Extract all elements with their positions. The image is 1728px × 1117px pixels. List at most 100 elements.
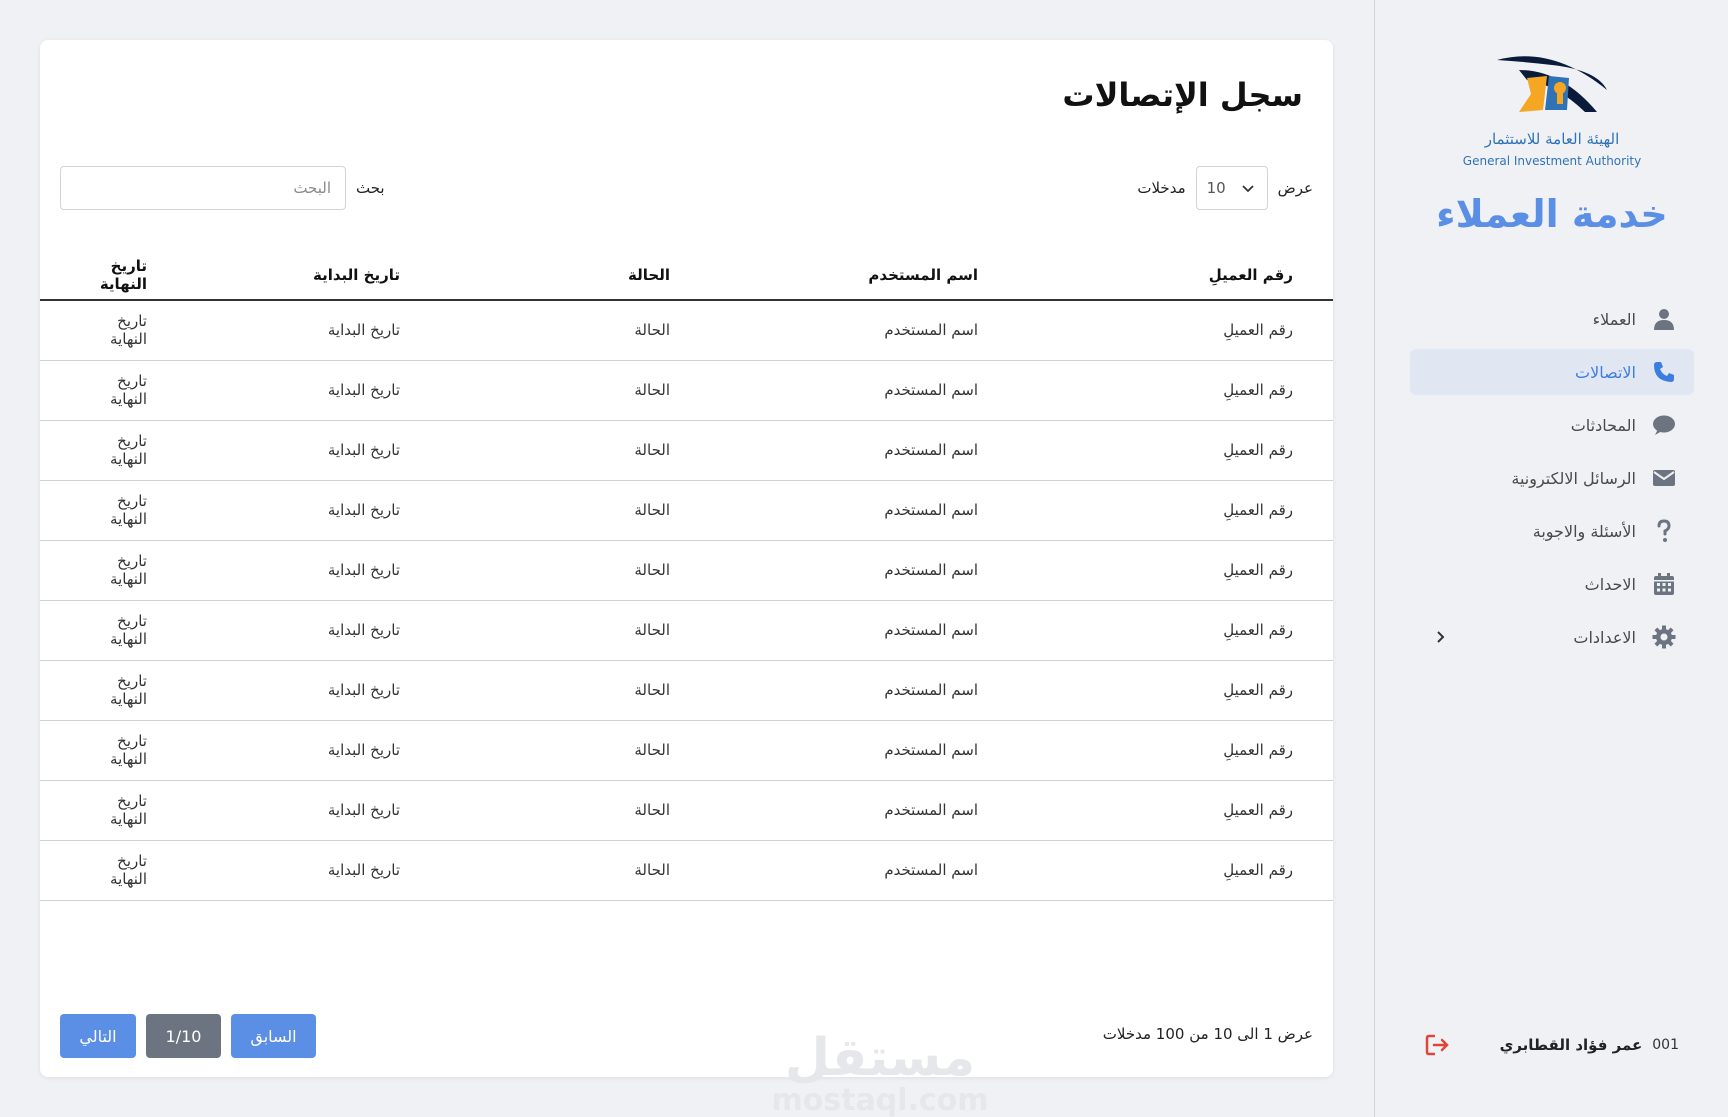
user-name: عمر فؤاد القطابري bbox=[1499, 1036, 1643, 1054]
table-body: رقم العميلِ اسم المستخدم الحالة تاريخ البدا… bbox=[40, 300, 1333, 901]
column-header[interactable]: اسم المستخدم bbox=[710, 250, 1018, 301]
table-cell: رقم العميلِ bbox=[1018, 300, 1333, 361]
table-cell: رقم العميلِ bbox=[1018, 660, 1333, 721]
sidebar-item-faq[interactable]: الأسئلة والاجوبة bbox=[1410, 508, 1694, 554]
column-header[interactable]: رقم العميلِ bbox=[1018, 250, 1333, 301]
chevron-right-icon[interactable] bbox=[1430, 627, 1450, 647]
question-icon bbox=[1652, 519, 1676, 543]
sidebar-item-events[interactable]: الاحداث bbox=[1410, 561, 1694, 607]
table-cell: الحالة bbox=[440, 840, 710, 901]
sidebar-item-chats[interactable]: المحادثات bbox=[1410, 402, 1694, 448]
search-control: بحث bbox=[60, 166, 385, 210]
table-cell: تاريخ النهاية bbox=[40, 360, 147, 421]
table-cell: الحالة bbox=[440, 720, 710, 781]
sidebar-nav: العملاء الاتصالات المحادثات الرسائل الال… bbox=[1410, 296, 1694, 667]
search-label: بحث bbox=[356, 179, 385, 197]
page-indicator[interactable]: 1/10 bbox=[146, 1014, 221, 1058]
table-cell: تاريخ النهاية bbox=[40, 720, 147, 781]
table-cell: تاريخ النهاية bbox=[40, 600, 147, 661]
column-header[interactable]: تاريخ البداية bbox=[147, 250, 440, 301]
table-cell: اسم المستخدم bbox=[710, 600, 1018, 661]
sidebar-item-label: المحادثات bbox=[1570, 415, 1636, 435]
table-cell: رقم العميلِ bbox=[1018, 540, 1333, 601]
table-cell: اسم المستخدم bbox=[710, 540, 1018, 601]
table-row[interactable]: رقم العميلِ اسم المستخدم الحالة تاريخ البدا… bbox=[40, 780, 1333, 841]
table-cell: تاريخ النهاية bbox=[40, 480, 147, 541]
table-cell: اسم المستخدم bbox=[710, 780, 1018, 841]
sidebar-item-label: الرسائل الالكترونية bbox=[1511, 468, 1636, 488]
previous-button[interactable]: السابق bbox=[231, 1014, 316, 1058]
eye-logo-icon bbox=[1497, 56, 1607, 112]
gear-icon bbox=[1652, 625, 1676, 649]
table-row[interactable]: رقم العميلِ اسم المستخدم الحالة تاريخ البدا… bbox=[40, 840, 1333, 901]
logout-icon[interactable] bbox=[1425, 1033, 1451, 1057]
table-row[interactable]: رقم العميلِ اسم المستخدم الحالة تاريخ البدا… bbox=[40, 720, 1333, 781]
chat-icon bbox=[1652, 413, 1676, 437]
page-title: سجل الإتصالات bbox=[1062, 76, 1303, 114]
search-input[interactable] bbox=[60, 166, 346, 210]
table-row[interactable]: رقم العميلِ اسم المستخدم الحالة تاريخ البدا… bbox=[40, 660, 1333, 721]
table-cell: تاريخ البداية bbox=[147, 420, 440, 481]
logo-arabic-text: الهيئة العامة للاستثمار bbox=[1484, 130, 1620, 148]
sidebar-item-settings[interactable]: الاعدادات bbox=[1410, 614, 1694, 660]
table-info: عرض 1 الى 10 من 100 مدخلات bbox=[1102, 1025, 1313, 1043]
table-cell: اسم المستخدم bbox=[710, 420, 1018, 481]
length-suffix: مدخلات bbox=[1137, 179, 1186, 197]
next-button[interactable]: التالي bbox=[60, 1014, 136, 1058]
sidebar-item-label: العملاء bbox=[1592, 309, 1636, 329]
sidebar-item-customers[interactable]: العملاء bbox=[1410, 296, 1694, 342]
entries-length-control: عرض 10 مدخلات bbox=[1137, 166, 1313, 210]
table-cell: تاريخ النهاية bbox=[40, 420, 147, 481]
watermark-arabic: مستقل bbox=[784, 1028, 976, 1088]
length-prefix: عرض bbox=[1277, 179, 1313, 197]
table-row[interactable]: رقم العميلِ اسم المستخدم الحالة تاريخ البدا… bbox=[40, 600, 1333, 661]
table-cell: تاريخ البداية bbox=[147, 480, 440, 541]
table-cell: رقم العميلِ bbox=[1018, 480, 1333, 541]
column-header[interactable]: تاريخ النهاية bbox=[40, 250, 147, 301]
table-cell: رقم العميلِ bbox=[1018, 840, 1333, 901]
logo-english-text: General Investment Authority bbox=[1462, 154, 1642, 168]
table-cell: تاريخ البداية bbox=[147, 840, 440, 901]
table-cell: تاريخ النهاية bbox=[40, 780, 147, 841]
sidebar-item-label: الاحداث bbox=[1584, 574, 1636, 594]
table-cell: رقم العميلِ bbox=[1018, 420, 1333, 481]
table-row[interactable]: رقم العميلِ اسم المستخدم الحالة تاريخ البدا… bbox=[40, 360, 1333, 421]
table-cell: الحالة bbox=[440, 660, 710, 721]
user-id: 001 bbox=[1652, 1037, 1679, 1053]
table-cell: الحالة bbox=[440, 300, 710, 361]
table-cell: الحالة bbox=[440, 540, 710, 601]
sidebar-item-calls[interactable]: الاتصالات bbox=[1410, 349, 1694, 395]
table-row[interactable]: رقم العميلِ اسم المستخدم الحالة تاريخ البدا… bbox=[40, 420, 1333, 481]
sidebar-item-label: الاعدادات bbox=[1573, 627, 1636, 647]
table-cell: تاريخ البداية bbox=[147, 780, 440, 841]
table-cell: تاريخ البداية bbox=[147, 660, 440, 721]
column-header[interactable]: الحالة bbox=[440, 250, 710, 301]
table-cell: رقم العميلِ bbox=[1018, 600, 1333, 661]
table-row[interactable]: رقم العميلِ اسم المستخدم الحالة تاريخ البدا… bbox=[40, 300, 1333, 361]
watermark: مستقل mostaql.com bbox=[750, 1030, 1010, 1116]
table-cell: اسم المستخدم bbox=[710, 360, 1018, 421]
table-row[interactable]: رقم العميلِ اسم المستخدم الحالة تاريخ البدا… bbox=[40, 480, 1333, 541]
entries-length-select[interactable]: 10 bbox=[1195, 166, 1268, 210]
calls-log-card: سجل الإتصالات عرض 10 مدخلات بحث رقم العم… bbox=[40, 40, 1333, 1116]
chevron-down-icon bbox=[1241, 185, 1254, 193]
table-cell: تاريخ النهاية bbox=[40, 840, 147, 901]
table-cell: تاريخ البداية bbox=[147, 300, 440, 361]
sidebar: الهيئة العامة للاستثمار General Investme… bbox=[1374, 0, 1728, 1117]
table-cell: الحالة bbox=[440, 780, 710, 841]
table-cell: الحالة bbox=[440, 360, 710, 421]
table-cell: الحالة bbox=[440, 600, 710, 661]
table-row[interactable]: رقم العميلِ اسم المستخدم الحالة تاريخ البدا… bbox=[40, 540, 1333, 601]
table-cell: الحالة bbox=[440, 480, 710, 541]
table-cell: اسم المستخدم bbox=[710, 720, 1018, 781]
phone-icon bbox=[1652, 360, 1676, 384]
sidebar-item-label: الاتصالات bbox=[1575, 362, 1636, 382]
table-cell: اسم المستخدم bbox=[710, 660, 1018, 721]
watermark-latin: mostaql.com bbox=[771, 1083, 989, 1117]
brand-title: خدمة العملاء bbox=[1436, 192, 1668, 236]
table-cell: رقم العميلِ bbox=[1018, 720, 1333, 781]
table-header-row: رقم العميلِ اسم المستخدم الحالة تاريخ ال… bbox=[40, 250, 1333, 301]
table-cell: رقم العميلِ bbox=[1018, 360, 1333, 421]
sidebar-item-emails[interactable]: الرسائل الالكترونية bbox=[1410, 455, 1694, 501]
table-cell: الحالة bbox=[440, 420, 710, 481]
